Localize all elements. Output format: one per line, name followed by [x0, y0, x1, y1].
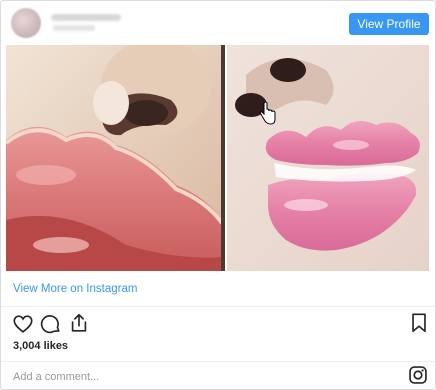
instagram-embed-card: View Profile View More on Instagram 3,00… [0, 0, 436, 390]
post-image[interactable] [6, 45, 429, 271]
username-blurred[interactable] [51, 14, 121, 21]
bookmark-icon[interactable] [408, 312, 430, 339]
share-icon[interactable] [68, 312, 90, 339]
view-profile-button[interactable]: View Profile [349, 13, 429, 35]
likes-count[interactable]: 3,004 likes [13, 340, 68, 352]
post-header: View Profile [1, 1, 435, 45]
avatar[interactable] [11, 8, 41, 38]
lips-comparison-photo [6, 45, 429, 271]
view-more-on-instagram-link[interactable]: View More on Instagram [13, 283, 137, 295]
subtitle-blurred [53, 25, 95, 31]
heart-icon[interactable] [12, 313, 34, 340]
instagram-icon[interactable] [408, 365, 428, 389]
hand-cursor-icon [259, 101, 277, 131]
comment-icon[interactable] [40, 313, 62, 340]
add-comment-input[interactable]: Add a comment... [13, 371, 99, 383]
divider [1, 361, 435, 362]
divider [1, 306, 435, 307]
